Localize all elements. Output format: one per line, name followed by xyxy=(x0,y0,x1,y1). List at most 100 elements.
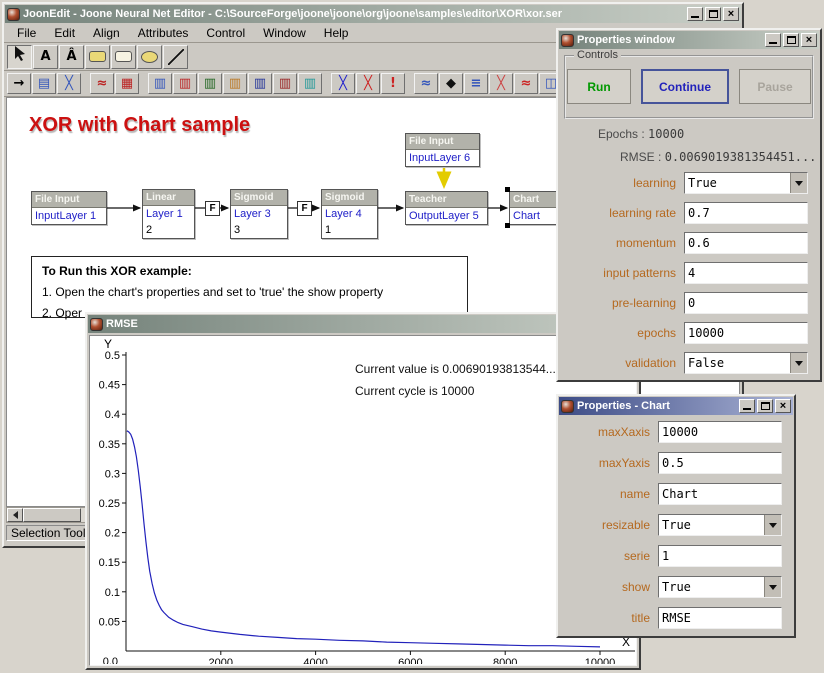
maximize-icon xyxy=(787,36,796,44)
close-button[interactable]: × xyxy=(775,399,791,413)
wait-state-button[interactable]: ◆ xyxy=(439,73,463,94)
toolbar-separator xyxy=(140,74,147,94)
combo-arrow-button[interactable] xyxy=(764,515,781,535)
text-edit-tool-button[interactable]: Â xyxy=(59,45,84,69)
delete-layer-button[interactable]: ╳ xyxy=(57,73,81,94)
main-window-title: JoonEdit - Joone Neural Net Editor - C:\… xyxy=(23,8,684,20)
input-serie[interactable]: 1 xyxy=(658,545,782,567)
signal-probe-button[interactable]: ≈ xyxy=(90,73,114,94)
menu-attributes[interactable]: Attributes xyxy=(129,24,198,42)
node-inputlayer1[interactable]: File InputInputLayer 1 xyxy=(31,191,107,225)
window-controls: × xyxy=(687,7,739,21)
properties-titlebar[interactable]: Properties window × xyxy=(559,31,819,49)
combo-arrow-button[interactable] xyxy=(790,353,807,373)
pause-button[interactable]: Pause xyxy=(739,69,811,104)
input-maxxaxis[interactable]: 10000 xyxy=(658,421,782,443)
input-name[interactable]: Chart xyxy=(658,483,782,505)
maximize-button[interactable] xyxy=(757,399,773,413)
menu-control[interactable]: Control xyxy=(197,24,254,42)
menu-help[interactable]: Help xyxy=(315,24,358,42)
chart-output-button[interactable]: ▦ xyxy=(115,73,139,94)
x-tick-label: 8000 xyxy=(493,657,517,664)
input-title[interactable]: RMSE xyxy=(658,607,782,629)
export-net-button[interactable]: → xyxy=(7,73,31,94)
chart-window-button[interactable]: ≈ xyxy=(414,73,438,94)
teacher-component-button[interactable]: ≡ xyxy=(464,73,488,94)
input-layer-button[interactable]: ▤ xyxy=(32,73,56,94)
scrollbar-thumb[interactable] xyxy=(23,508,81,522)
line-tool-button[interactable] xyxy=(163,45,188,69)
remove-component-button[interactable]: ╳ xyxy=(331,73,355,94)
node-layer3[interactable]: SigmoidLayer 33 xyxy=(230,189,288,239)
input-input-patterns[interactable]: 4 xyxy=(684,262,808,284)
input-maxyaxis[interactable]: 0.5 xyxy=(658,452,782,474)
node-inputlayer6[interactable]: File InputInputLayer 6 xyxy=(405,133,480,167)
context-layer-button[interactable]: ▥ xyxy=(273,73,297,94)
chevron-down-icon xyxy=(769,585,777,590)
combo-arrow-button[interactable] xyxy=(790,173,807,193)
combo-resizable[interactable]: True xyxy=(658,514,782,536)
input-momentum[interactable]: 0.6 xyxy=(684,232,808,254)
node-layer1[interactable]: LinearLayer 12 xyxy=(142,189,195,239)
continue-button[interactable]: Continue xyxy=(641,69,729,104)
chevron-down-icon xyxy=(769,523,777,528)
combo-validation[interactable]: False xyxy=(684,352,808,374)
field-value: 0 xyxy=(685,296,807,310)
tanh-layer-button[interactable]: ▥ xyxy=(198,73,222,94)
close-button[interactable]: × xyxy=(723,7,739,21)
minimize-button[interactable] xyxy=(687,7,703,21)
input-learning-rate[interactable]: 0.7 xyxy=(684,202,808,224)
minimize-button[interactable] xyxy=(765,33,781,47)
scroll-left-button[interactable] xyxy=(7,508,23,522)
label-tool-button[interactable]: A xyxy=(33,45,58,69)
input-pre-learning[interactable]: 0 xyxy=(684,292,808,314)
selection-handle[interactable] xyxy=(505,187,510,192)
property-row-maxxaxis: maxXaxis10000 xyxy=(562,421,794,443)
selection-tool-button[interactable] xyxy=(7,45,32,69)
combo-learning[interactable]: True xyxy=(684,172,808,194)
cut-connection-button[interactable]: ╳ xyxy=(356,73,380,94)
node-layer4[interactable]: SigmoidLayer 41 xyxy=(321,189,378,239)
joone-logo-icon xyxy=(561,400,574,413)
menu-align[interactable]: Align xyxy=(84,24,129,42)
ellipse-tool-button[interactable] xyxy=(137,45,162,69)
y-tick-label: 0.05 xyxy=(99,616,120,628)
combo-arrow-button[interactable] xyxy=(764,577,781,597)
net-check-button[interactable]: ! xyxy=(381,73,405,94)
chart-properties-titlebar[interactable]: Properties - Chart × xyxy=(559,397,793,415)
menu-window[interactable]: Window xyxy=(254,24,315,42)
menu-file[interactable]: File xyxy=(8,24,45,42)
rect-tool-button[interactable] xyxy=(111,45,136,69)
rbf-layer-button[interactable]: ▥ xyxy=(298,73,322,94)
close-button[interactable]: × xyxy=(801,33,817,47)
node-outputlayer5[interactable]: TeacherOutputLayer 5 xyxy=(405,191,488,225)
input-epochs[interactable]: 10000 xyxy=(684,322,808,344)
linear-layer-button[interactable]: ▥ xyxy=(148,73,172,94)
combo-show[interactable]: True xyxy=(658,576,782,598)
synapse-f-connector[interactable]: F xyxy=(205,201,220,216)
control-buttons: Run Continue Pause xyxy=(566,57,812,104)
run-button[interactable]: Run xyxy=(567,69,631,104)
property-row-show: showTrue xyxy=(562,576,794,598)
validator-button[interactable]: ╳ xyxy=(489,73,513,94)
node-chart[interactable]: ChartChart xyxy=(509,191,557,225)
node-label: Layer 4 xyxy=(322,206,377,222)
logarithmic-layer-button[interactable]: ▥ xyxy=(223,73,247,94)
canvas-heading: XOR with Chart sample xyxy=(29,114,250,137)
toolbar-separator xyxy=(323,74,330,94)
rbf-layer-icon: ▥ xyxy=(304,77,316,90)
minimize-button[interactable] xyxy=(739,399,755,413)
delay-layer-button[interactable]: ▥ xyxy=(248,73,272,94)
synapse-f-connector[interactable]: F xyxy=(297,201,312,216)
sigmoid-layer-button[interactable]: ▥ xyxy=(173,73,197,94)
maximize-button[interactable] xyxy=(705,7,721,21)
cut-connection-icon: ╳ xyxy=(364,77,372,90)
selection-handle[interactable] xyxy=(505,223,510,228)
menu-edit[interactable]: Edit xyxy=(45,24,84,42)
filled-rect-tool-button[interactable] xyxy=(85,45,110,69)
probe-button[interactable]: ≈ xyxy=(514,73,538,94)
chart-properties-window: Properties - Chart × maxXaxis10000maxYax… xyxy=(556,394,796,638)
maximize-button[interactable] xyxy=(783,33,799,47)
main-titlebar[interactable]: JoonEdit - Joone Neural Net Editor - C:\… xyxy=(5,5,741,23)
rmse-status-value: 0.0069019381354451... xyxy=(665,150,817,164)
